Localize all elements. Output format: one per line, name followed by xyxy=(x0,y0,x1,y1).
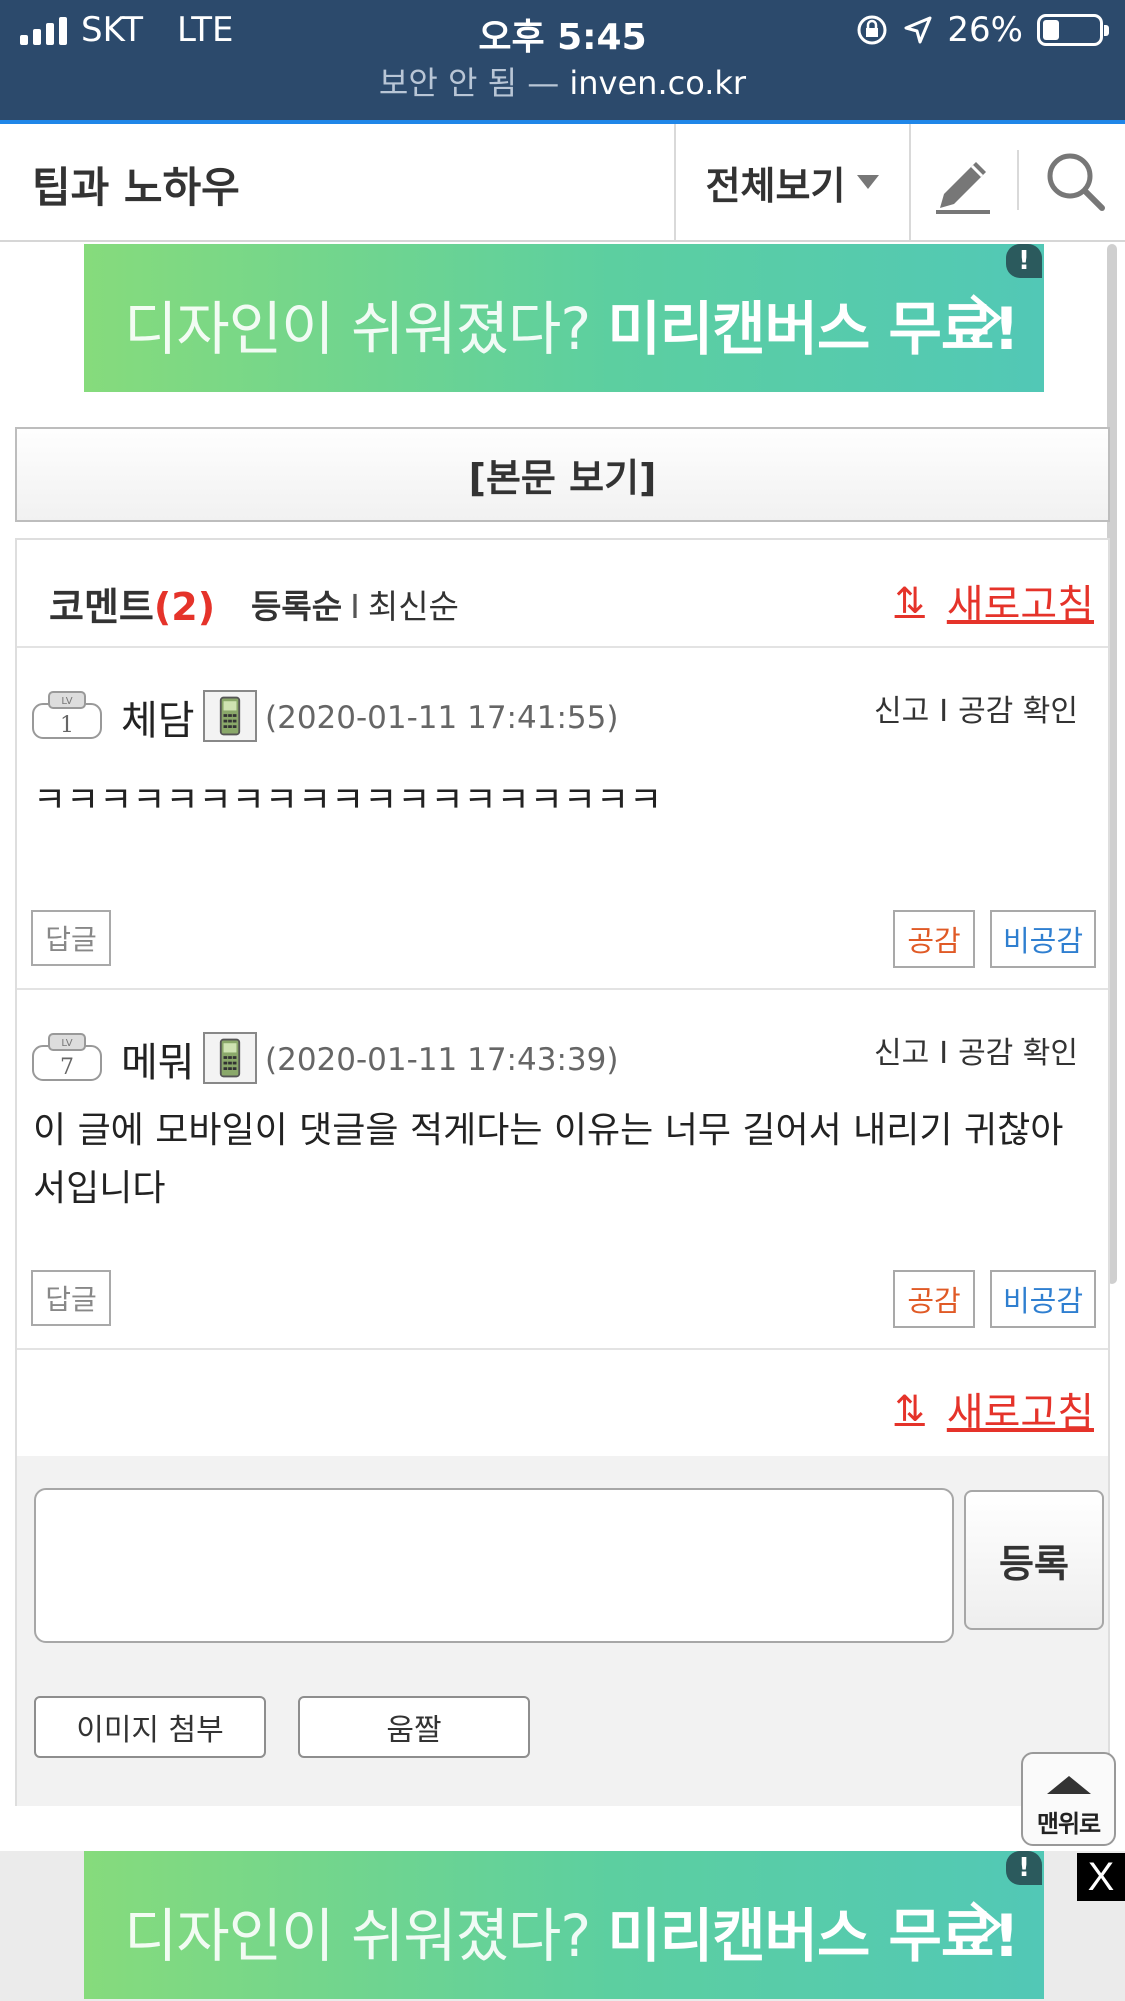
emoticon-button[interactable]: 움짤 xyxy=(298,1696,530,1758)
search-icon[interactable] xyxy=(1040,146,1112,218)
rotation-lock-icon xyxy=(857,15,887,45)
status-bar: SKT LTE 오후 5:45 26% 보안 안 됨 — inven.co.kr xyxy=(0,0,1125,120)
dislike-button[interactable]: 비공감 xyxy=(990,1270,1096,1328)
mobile-phone-icon xyxy=(203,690,257,742)
view-body-button[interactable]: [본문 보기] xyxy=(15,427,1110,522)
svg-text:LV: LV xyxy=(61,696,72,707)
comment-title: 코멘트(2) xyxy=(49,576,215,631)
chevron-right-icon xyxy=(970,294,1002,342)
footer-refresh-link[interactable]: ⇅ 새로고침 xyxy=(895,1380,1094,1438)
ad-banner-top[interactable]: 디자인이 쉬워졌다? 미리캔버스 무료! ! xyxy=(84,244,1044,392)
ad-info-badge[interactable]: ! xyxy=(1006,1851,1042,1885)
mobile-phone-icon xyxy=(203,1032,257,1084)
comment-header: 코멘트(2) 등록순 I 최신순 ⇅ 새로고침 xyxy=(17,540,1108,648)
comment-item: LV 1 체담 (2020-01-11 17:41:55) 신고 I 공감 확인 ㅋ… xyxy=(17,648,1108,990)
view-all-dropdown[interactable]: 전체보기 xyxy=(674,124,911,240)
comment-count: (2) xyxy=(153,585,216,629)
comment-author[interactable]: 메뭐 xyxy=(121,1030,195,1088)
svg-text:7: 7 xyxy=(60,1055,74,1080)
chevron-right-icon xyxy=(970,1901,1002,1949)
sort-registered[interactable]: 등록순 xyxy=(251,587,342,626)
ad-info-badge[interactable]: ! xyxy=(1006,244,1042,278)
status-right: 26% xyxy=(855,10,1109,50)
svg-text:LV: LV xyxy=(61,1038,72,1049)
attach-image-button[interactable]: 이미지 첨부 xyxy=(34,1696,266,1758)
url-separator: — xyxy=(517,64,570,102)
refresh-icon: ⇅ xyxy=(894,1388,925,1430)
back-to-top-button[interactable]: 맨위로 xyxy=(1021,1752,1116,1846)
caret-down-icon xyxy=(857,175,880,189)
battery-icon xyxy=(1037,14,1109,46)
refresh-link[interactable]: ⇅ 새로고침 xyxy=(895,572,1094,630)
svg-text:1: 1 xyxy=(60,713,74,738)
reply-button[interactable]: 답글 xyxy=(31,1270,111,1326)
comment-actions: 신고 I 공감 확인 xyxy=(874,1028,1078,1072)
report-link[interactable]: 신고 xyxy=(874,1036,929,1071)
pencil-icon[interactable] xyxy=(928,146,998,218)
reply-button[interactable]: 답글 xyxy=(31,910,111,966)
comment-actions: 신고 I 공감 확인 xyxy=(874,686,1078,730)
comment-text: 이 글에 모바일이 댓글을 적게다는 이유는 너무 길어서 내리기 귀찮아서입니… xyxy=(33,1110,1064,1209)
like-button[interactable]: 공감 xyxy=(893,910,975,968)
dislike-button[interactable]: 비공감 xyxy=(990,910,1096,968)
action-separator: I xyxy=(939,694,949,729)
header-divider xyxy=(1017,150,1019,210)
view-all-label: 전체보기 xyxy=(705,163,846,208)
arrow-up-icon xyxy=(1046,1776,1091,1794)
close-ad-button[interactable]: X xyxy=(1077,1853,1125,1901)
comment-date: (2020-01-11 17:43:39) xyxy=(265,1042,619,1078)
comment-text: ㅋㅋㅋㅋㅋㅋㅋㅋㅋㅋㅋㅋㅋㅋㅋㅋㅋㅋㅋ xyxy=(33,780,663,821)
sort-options: 등록순 I 최신순 xyxy=(251,580,459,628)
comment-label: 코멘트 xyxy=(49,585,154,629)
like-button[interactable]: 공감 xyxy=(893,1270,975,1328)
address-bar[interactable]: 보안 안 됨 — inven.co.kr xyxy=(0,58,1125,104)
comment-author[interactable]: 체담 xyxy=(121,688,195,746)
like-check-link[interactable]: 공감 확인 xyxy=(958,1036,1078,1071)
ad-text-bold: 미리캔버스 무료! xyxy=(607,295,1020,363)
page-title: 팁과 노하우 xyxy=(32,163,240,212)
refresh-label: 새로고침 xyxy=(946,582,1094,628)
url-domain: inven.co.kr xyxy=(569,64,747,102)
battery-level xyxy=(1043,20,1059,40)
comment-section: 코멘트(2) 등록순 I 최신순 ⇅ 새로고침 LV 1 체담 (2020-01-1… xyxy=(15,538,1110,1806)
comment-input[interactable] xyxy=(34,1488,954,1643)
ad-text: 디자인이 쉬워졌다? 미리캔버스 무료! xyxy=(124,282,1020,366)
level-badge-icon: LV 7 xyxy=(32,1033,102,1081)
level-badge-icon: LV 1 xyxy=(32,691,102,739)
comment-write-area: 등록 이미지 첨부 움짤 xyxy=(17,1456,1108,1806)
ad-text-light: 디자인이 쉬워졌다? xyxy=(124,1902,608,1970)
bottom-ad-container: 디자인이 쉬워졌다? 미리캔버스 무료! ! xyxy=(0,1851,1125,2001)
sort-latest[interactable]: 최신순 xyxy=(368,587,459,626)
back-to-top-label: 맨위로 xyxy=(1036,1810,1101,1838)
ad-text: 디자인이 쉬워졌다? 미리캔버스 무료! xyxy=(124,1889,1020,1973)
refresh-label: 새로고침 xyxy=(946,1390,1094,1436)
insecure-label: 보안 안 됨 xyxy=(378,64,518,102)
comment-date: (2020-01-11 17:41:55) xyxy=(265,700,619,736)
location-arrow-icon xyxy=(904,16,932,44)
action-separator: I xyxy=(939,1036,949,1071)
ad-text-bold: 미리캔버스 무료! xyxy=(607,1902,1020,1970)
report-link[interactable]: 신고 xyxy=(874,694,929,729)
like-check-link[interactable]: 공감 확인 xyxy=(958,694,1078,729)
submit-button[interactable]: 등록 xyxy=(964,1490,1104,1630)
board-header: 팁과 노하우 전체보기 xyxy=(0,124,1125,242)
sort-separator: I xyxy=(350,587,360,626)
battery-percent: 26% xyxy=(947,10,1023,50)
refresh-icon: ⇅ xyxy=(894,580,925,622)
comment-item: LV 7 메뭐 (2020-01-11 17:43:39) 신고 I 공감 확인 이… xyxy=(17,990,1108,1350)
ad-text-light: 디자인이 쉬워졌다? xyxy=(124,295,608,363)
ad-banner-bottom[interactable]: 디자인이 쉬워졌다? 미리캔버스 무료! ! xyxy=(84,1851,1044,1999)
